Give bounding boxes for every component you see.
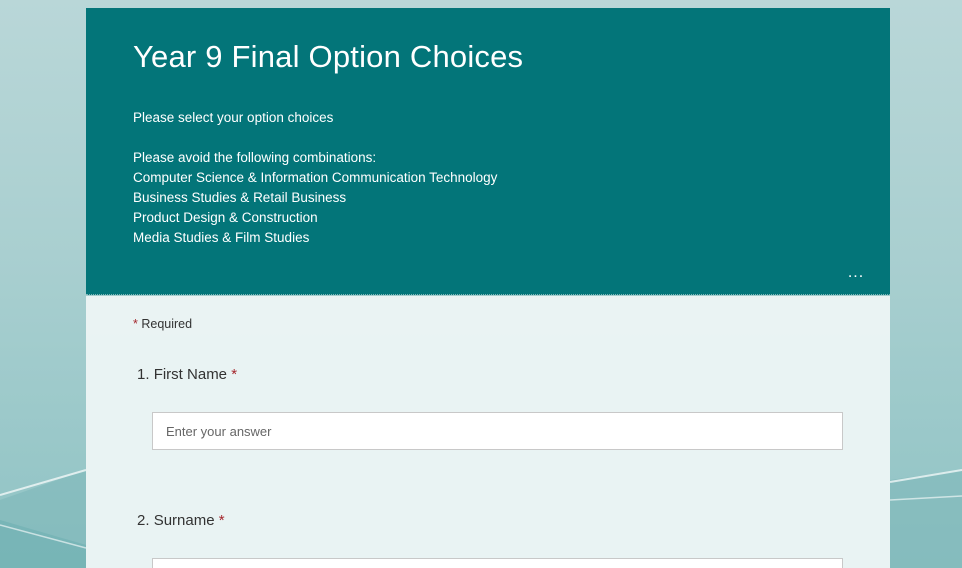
forms-page: Year 9 Final Option Choices Please selec… bbox=[0, 0, 962, 568]
question-number: 2. bbox=[137, 512, 150, 529]
surname-input[interactable] bbox=[152, 558, 843, 568]
first-name-input[interactable] bbox=[152, 412, 843, 450]
required-star: * bbox=[218, 512, 225, 529]
form-card: Year 9 Final Option Choices Please selec… bbox=[86, 8, 890, 568]
description-line: Please avoid the following combinations: bbox=[133, 150, 377, 165]
form-description: Please select your option choices Please… bbox=[133, 108, 497, 248]
question-label: 2. Surname * bbox=[137, 512, 857, 529]
more-horizontal-icon: ... bbox=[847, 264, 865, 281]
more-options-button[interactable]: ... bbox=[844, 264, 868, 281]
description-line: Product Design & Construction bbox=[133, 210, 318, 225]
description-line: Media Studies & Film Studies bbox=[133, 230, 310, 245]
required-star: * bbox=[231, 366, 238, 383]
required-label: Required bbox=[141, 317, 193, 331]
question-surname: 2. Surname * bbox=[137, 512, 857, 568]
description-line: Computer Science & Information Communica… bbox=[133, 170, 498, 185]
description-spacer bbox=[133, 128, 497, 148]
form-title: Year 9 Final Option Choices bbox=[133, 39, 524, 74]
question-title: Surname bbox=[153, 512, 215, 529]
required-note: * Required bbox=[133, 317, 192, 331]
form-header: Year 9 Final Option Choices Please selec… bbox=[86, 8, 890, 295]
description-line: Business Studies & Retail Business bbox=[133, 190, 347, 205]
question-number: 1. bbox=[137, 366, 150, 383]
question-label: 1. First Name * bbox=[137, 366, 857, 383]
form-body: * Required 1. First Name * 2. Surname * bbox=[86, 296, 890, 568]
description-line: Please select your option choices bbox=[133, 110, 334, 125]
question-title: First Name bbox=[153, 366, 228, 383]
required-star: * bbox=[133, 317, 138, 331]
question-first-name: 1. First Name * bbox=[137, 366, 857, 450]
